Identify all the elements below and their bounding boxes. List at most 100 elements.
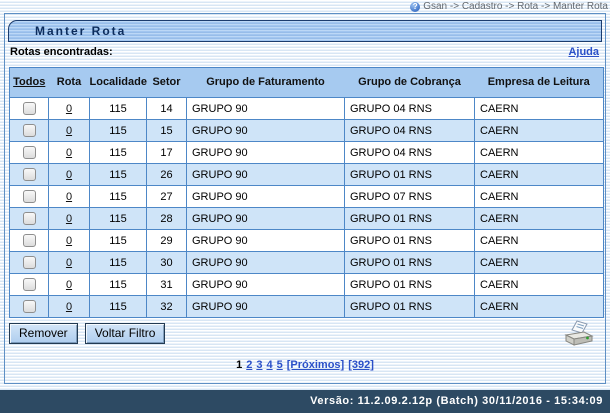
rota-link[interactable]: 0 [66, 213, 72, 225]
row-select-cell [10, 120, 49, 142]
grupo-cobranca-cell: GRUPO 01 RNS [345, 164, 475, 186]
table-row: 0 115 15 GRUPO 90 GRUPO 04 RNS CAERN [10, 120, 604, 142]
empresa-leitura-cell: CAERN [475, 208, 604, 230]
empresa-leitura-cell: CAERN [475, 230, 604, 252]
header-rota: Rota [49, 68, 90, 98]
grupo-faturamento-cell: GRUPO 90 [187, 252, 345, 274]
version-footer: Versão: 11.2.09.2.12p (Batch) 30/11/2016… [0, 390, 610, 413]
table-header-row: Todos Rota Localidade Setor Grupo de Fat… [10, 68, 604, 98]
setor-cell: 26 [147, 164, 187, 186]
localidade-cell: 115 [90, 296, 147, 318]
page-link-4[interactable]: 4 [266, 359, 272, 371]
header-empresa-leitura: Empresa de Leitura [475, 68, 604, 98]
main-container: Manter Rota Rotas encontradas: Ajuda Tod… [4, 13, 606, 384]
grupo-cobranca-cell: GRUPO 04 RNS [345, 142, 475, 164]
row-checkbox[interactable] [23, 278, 36, 291]
row-checkbox[interactable] [23, 102, 36, 115]
row-checkbox[interactable] [23, 124, 36, 137]
select-all-link[interactable]: Todos [13, 76, 45, 88]
table-row: 0 115 29 GRUPO 90 GRUPO 01 RNS CAERN [10, 230, 604, 252]
rota-cell: 0 [49, 252, 90, 274]
localidade-cell: 115 [90, 142, 147, 164]
setor-cell: 29 [147, 230, 187, 252]
rota-link[interactable]: 0 [66, 191, 72, 203]
row-checkbox[interactable] [23, 168, 36, 181]
localidade-cell: 115 [90, 186, 147, 208]
header-grupo-cobranca: Grupo de Cobrança [345, 68, 475, 98]
help-ball-icon[interactable]: ? [410, 2, 420, 12]
rota-cell: 0 [49, 164, 90, 186]
voltar-filtro-button[interactable]: Voltar Filtro [85, 323, 166, 344]
rota-link[interactable]: 0 [66, 279, 72, 291]
table-row: 0 115 31 GRUPO 90 GRUPO 01 RNS CAERN [10, 274, 604, 296]
table-row: 0 115 14 GRUPO 90 GRUPO 04 RNS CAERN [10, 98, 604, 120]
row-checkbox[interactable] [23, 256, 36, 269]
empresa-leitura-cell: CAERN [475, 296, 604, 318]
subheader-row: Rotas encontradas: Ajuda [10, 46, 599, 58]
rota-cell: 0 [49, 98, 90, 120]
rota-link[interactable]: 0 [66, 169, 72, 181]
table-row: 0 115 26 GRUPO 90 GRUPO 01 RNS CAERN [10, 164, 604, 186]
grupo-cobranca-cell: GRUPO 01 RNS [345, 274, 475, 296]
page-link-5[interactable]: 5 [277, 359, 283, 371]
empresa-leitura-cell: CAERN [475, 120, 604, 142]
row-select-cell [10, 274, 49, 296]
row-select-cell [10, 186, 49, 208]
row-checkbox[interactable] [23, 300, 36, 313]
setor-cell: 30 [147, 252, 187, 274]
rota-link[interactable]: 0 [66, 125, 72, 137]
localidade-cell: 115 [90, 98, 147, 120]
setor-cell: 14 [147, 98, 187, 120]
setor-cell: 32 [147, 296, 187, 318]
rotas-table: Todos Rota Localidade Setor Grupo de Fat… [9, 67, 604, 318]
rota-link[interactable]: 0 [66, 147, 72, 159]
row-select-cell [10, 230, 49, 252]
empresa-leitura-cell: CAERN [475, 142, 604, 164]
ajuda-link[interactable]: Ajuda [568, 46, 599, 58]
row-select-cell [10, 142, 49, 164]
rota-cell: 0 [49, 230, 90, 252]
rota-cell: 0 [49, 186, 90, 208]
row-checkbox[interactable] [23, 212, 36, 225]
next-pages-link[interactable]: [Próximos] [287, 359, 344, 371]
empresa-leitura-cell: CAERN [475, 252, 604, 274]
row-checkbox[interactable] [23, 146, 36, 159]
rota-link[interactable]: 0 [66, 257, 72, 269]
grupo-cobranca-cell: GRUPO 04 RNS [345, 120, 475, 142]
setor-cell: 31 [147, 274, 187, 296]
header-grupo-faturamento: Grupo de Faturamento [187, 68, 345, 98]
rota-cell: 0 [49, 208, 90, 230]
setor-cell: 17 [147, 142, 187, 164]
empresa-leitura-cell: CAERN [475, 98, 604, 120]
localidade-cell: 115 [90, 208, 147, 230]
grupo-faturamento-cell: GRUPO 90 [187, 296, 345, 318]
row-select-cell [10, 252, 49, 274]
grupo-cobranca-cell: GRUPO 01 RNS [345, 296, 475, 318]
rota-cell: 0 [49, 120, 90, 142]
rota-link[interactable]: 0 [66, 235, 72, 247]
grupo-cobranca-cell: GRUPO 01 RNS [345, 252, 475, 274]
page-link-2[interactable]: 2 [246, 359, 252, 371]
actions-row: Remover Voltar Filtro [9, 323, 600, 352]
rota-link[interactable]: 0 [66, 301, 72, 313]
row-checkbox[interactable] [23, 190, 36, 203]
table-row: 0 115 28 GRUPO 90 GRUPO 01 RNS CAERN [10, 208, 604, 230]
last-page-link[interactable]: [392] [348, 359, 374, 371]
grupo-faturamento-cell: GRUPO 90 [187, 186, 345, 208]
grupo-faturamento-cell: GRUPO 90 [187, 274, 345, 296]
rota-link[interactable]: 0 [66, 103, 72, 115]
page-link-3[interactable]: 3 [256, 359, 262, 371]
localidade-cell: 115 [90, 120, 147, 142]
results-label: Rotas encontradas: [10, 46, 113, 58]
empresa-leitura-cell: CAERN [475, 164, 604, 186]
pagination: 12345[Próximos][392] [5, 359, 605, 371]
row-select-cell [10, 296, 49, 318]
setor-cell: 28 [147, 208, 187, 230]
setor-cell: 27 [147, 186, 187, 208]
remover-button[interactable]: Remover [9, 323, 78, 344]
grupo-faturamento-cell: GRUPO 90 [187, 164, 345, 186]
printer-icon[interactable] [564, 320, 594, 352]
row-checkbox[interactable] [23, 234, 36, 247]
empresa-leitura-cell: CAERN [475, 274, 604, 296]
breadcrumb: ? Gsan -> Cadastro -> Rota -> Manter Rot… [0, 0, 610, 13]
